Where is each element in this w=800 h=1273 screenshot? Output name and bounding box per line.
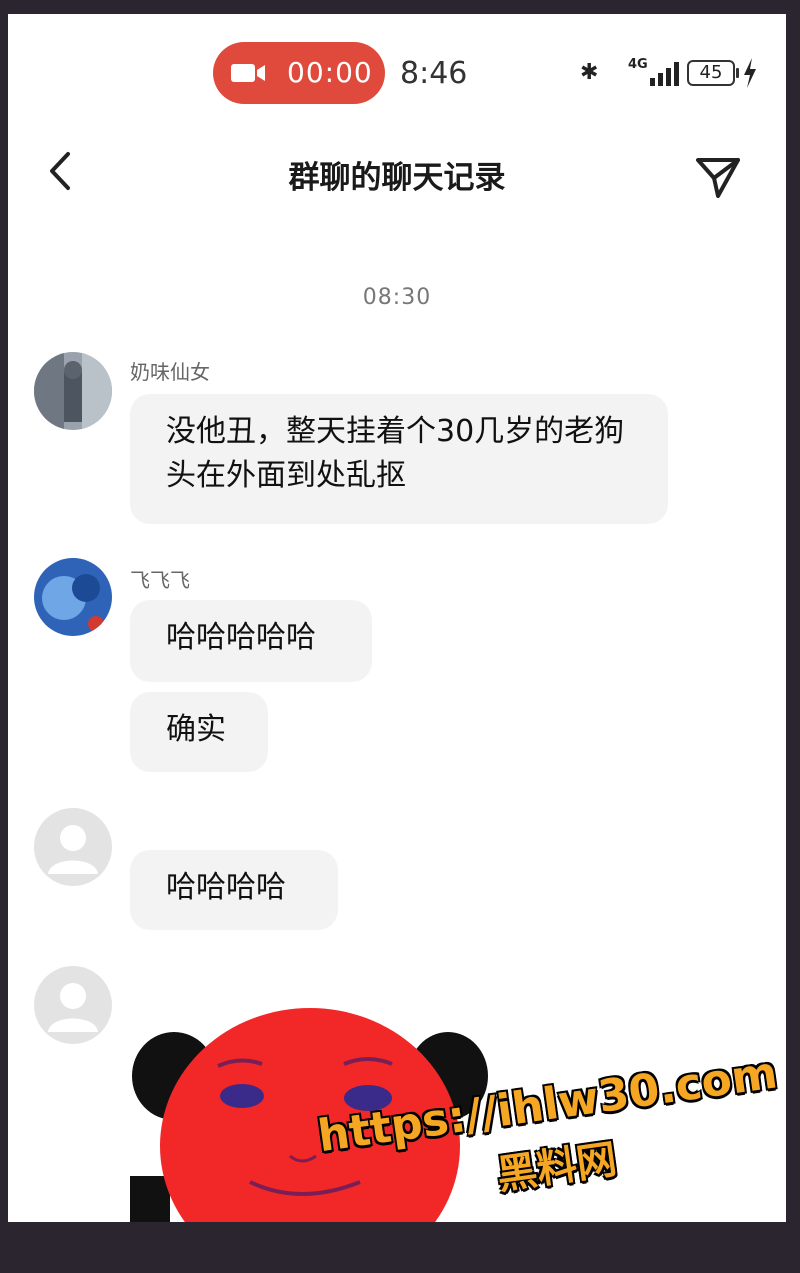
- time-separator: 08:30: [362, 285, 432, 310]
- message-bubble[interactable]: 哈哈哈哈哈: [130, 600, 372, 682]
- screen-record-indicator[interactable]: 00:00: [213, 42, 385, 104]
- avatar[interactable]: [34, 808, 112, 886]
- charging-icon: [744, 58, 756, 88]
- sender-name: 奶味仙女: [130, 360, 210, 384]
- nav-bar: 群聊的聊天记录: [8, 124, 786, 229]
- user-photo-avatar: [34, 352, 112, 430]
- status-icons: ✱ 4G 45: [580, 58, 770, 92]
- record-timer: 00:00: [287, 56, 373, 89]
- status-clock: 8:46: [400, 56, 468, 91]
- signal-icon: [650, 62, 679, 86]
- default-avatar-icon: [34, 966, 112, 1044]
- video-camera-icon: [231, 64, 265, 82]
- message-bubble[interactable]: 哈哈哈哈: [130, 850, 338, 930]
- message-bubble[interactable]: 没他丑，整天挂着个30几岁的老狗头在外面到处乱抠: [130, 394, 668, 524]
- share-icon[interactable]: [694, 152, 742, 200]
- sender-name: 飞飞飞: [130, 568, 190, 592]
- battery-tip: [736, 68, 739, 78]
- watermark-text: 黑料网: [494, 1136, 620, 1199]
- avatar[interactable]: [34, 966, 112, 1044]
- battery-level: 45: [687, 60, 735, 86]
- default-avatar-icon: [34, 808, 112, 886]
- network-type: 4G: [628, 57, 648, 72]
- bluetooth-icon: ✱: [580, 60, 599, 85]
- avatar[interactable]: [34, 558, 112, 636]
- avatar[interactable]: [34, 352, 112, 430]
- message-bubble[interactable]: 确实: [130, 692, 268, 772]
- page-title: 群聊的聊天记录: [288, 160, 506, 196]
- user-photo-avatar: [34, 558, 112, 636]
